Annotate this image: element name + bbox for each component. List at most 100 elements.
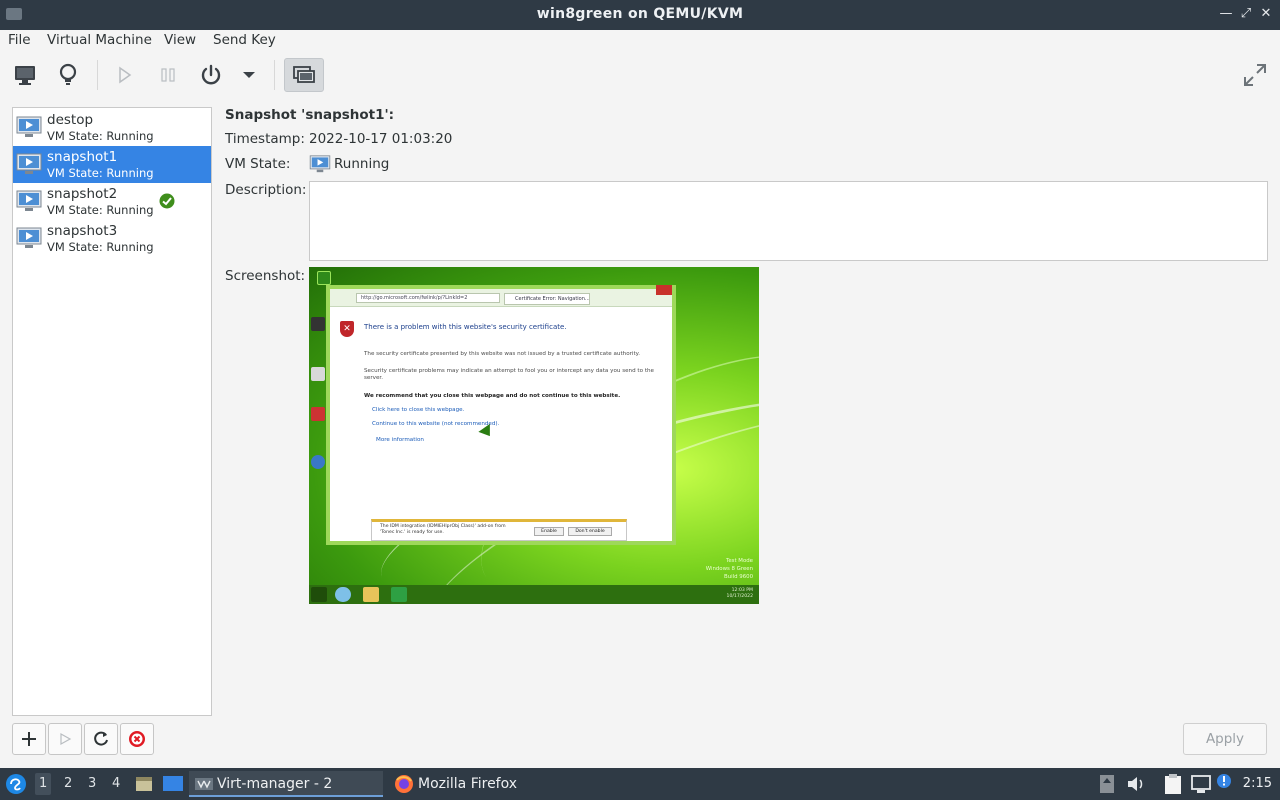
details-button[interactable]: [51, 58, 85, 92]
snapshot-item-selected[interactable]: snapshot1 VM State: Running: [13, 146, 211, 183]
vm-running-icon: [309, 155, 331, 173]
explorer-taskbar-icon: [363, 587, 379, 602]
maximize-icon[interactable]: ⤢: [1238, 6, 1254, 22]
windows-clock-date: 10/17/2022: [726, 594, 753, 599]
cert-line: The security certificate presented by th…: [364, 351, 640, 357]
snapshot-heading: Snapshot 'snapshot1':: [225, 107, 395, 123]
monitor-icon: [15, 66, 35, 85]
ie-toolbar: http://go.microsoft.com/fwlink/p/?LinkId…: [330, 289, 672, 307]
add-snapshot-button[interactable]: [12, 723, 46, 755]
windows-taskbar: 12:03 PM 10/17/2022: [309, 585, 759, 604]
menu-file[interactable]: File: [8, 32, 31, 48]
vm-running-icon: [16, 227, 42, 248]
taskbar-task-label: Mozilla Firefox: [418, 776, 518, 792]
description-field[interactable]: [309, 181, 1268, 261]
toolbar-separator: [274, 60, 275, 90]
shutdown-menu-button[interactable]: [234, 58, 264, 92]
update-notifier-icon[interactable]: [1099, 774, 1115, 794]
refresh-button[interactable]: [84, 723, 118, 755]
snapshot-state: VM State: Running: [47, 203, 154, 217]
snapshot-name: destop: [47, 112, 94, 128]
delete-snapshot-button[interactable]: [120, 723, 154, 755]
snapshot-screenshot: http://go.microsoft.com/fwlink/p/?LinkId…: [309, 267, 759, 604]
workspace-4[interactable]: 4: [112, 776, 120, 791]
taskbar-task-label: Virt-manager - 2 wind...: [217, 776, 333, 792]
volume-icon[interactable]: [1126, 775, 1146, 793]
chevron-down-icon: [243, 72, 255, 78]
notification-enable: Enable: [534, 527, 564, 536]
snapshot-manager-icon: [293, 66, 315, 83]
windows-taskbar-icon: [311, 587, 327, 602]
play-icon: [60, 732, 72, 746]
taskbar-virt-manager[interactable]: Virt-manager - 2 wind...: [189, 771, 383, 797]
vm-running-icon: [16, 153, 42, 174]
cert-line: Security certificate problems may indica…: [364, 368, 654, 374]
start-menu-icon[interactable]: [5, 773, 27, 795]
cert-more-link: More information: [376, 437, 424, 443]
run-snapshot-button[interactable]: [48, 723, 82, 755]
shutdown-button[interactable]: [194, 58, 228, 92]
desktop-icon: [317, 271, 331, 285]
file-manager-icon[interactable]: [134, 774, 154, 794]
vmstate-value: Running: [334, 156, 390, 172]
vm-running-icon: [16, 116, 42, 137]
ie-taskbar-icon: [335, 587, 351, 602]
pause-icon: [161, 68, 175, 82]
workspace-1[interactable]: 1: [35, 773, 52, 795]
snapshot-item[interactable]: snapshot3 VM State: Running: [13, 220, 211, 257]
run-button[interactable]: [107, 58, 141, 92]
clipboard-icon[interactable]: [1163, 773, 1183, 795]
toolbar: [0, 52, 1280, 98]
timestamp-label: Timestamp:: [225, 131, 305, 147]
vmstate-label: VM State:: [225, 156, 291, 172]
cert-warning-title: There is a problem with this website's s…: [364, 323, 567, 331]
snapshot-manager-button[interactable]: [284, 58, 324, 92]
snapshot-item[interactable]: destop VM State: Running: [13, 109, 211, 146]
snapshot-state: VM State: Running: [47, 129, 154, 143]
firefox-icon: [395, 775, 413, 793]
notification-dont-enable: Don't enable: [568, 527, 612, 536]
desktop-icon: [311, 367, 325, 381]
virt-manager-icon: [195, 778, 213, 790]
watermark-line: Windows 8 Green: [705, 566, 753, 572]
windows-clock: 12:03 PM 10/17/2022: [727, 588, 753, 600]
close-icon[interactable]: ✕: [1258, 6, 1274, 22]
description-label: Description:: [225, 182, 307, 198]
desktop-icon: [311, 407, 325, 421]
power-icon: [201, 64, 221, 85]
notification-icon[interactable]: [1216, 773, 1232, 789]
panel-clock[interactable]: 2:15: [1243, 776, 1272, 791]
lightbulb-icon: [59, 63, 77, 85]
window-titlebar[interactable]: win8green on QEMU/KVM — ⤢ ✕: [0, 0, 1280, 30]
minimize-icon[interactable]: —: [1218, 6, 1234, 22]
console-button[interactable]: [8, 58, 42, 92]
workspace-2[interactable]: 2: [64, 776, 72, 791]
pause-button[interactable]: [151, 58, 185, 92]
ie-address-bar: http://go.microsoft.com/fwlink/p/?LinkId…: [356, 293, 500, 303]
network-icon[interactable]: [1190, 774, 1212, 794]
fullscreen-button[interactable]: [1238, 58, 1272, 92]
snapshot-name: snapshot1: [47, 149, 118, 165]
current-snapshot-check-icon: [159, 193, 175, 209]
apply-button[interactable]: Apply: [1183, 723, 1267, 755]
taskbar-firefox[interactable]: Mozilla Firefox: [390, 771, 530, 797]
toolbar-separator: [97, 60, 98, 90]
snapshot-name: snapshot2: [47, 186, 118, 202]
ie-notification-bar: The IDM integration (IDMIEHlprObj Class)…: [371, 519, 627, 541]
cert-continue-link: Continue to this website (not recommende…: [372, 421, 500, 427]
menu-virtual-machine[interactable]: Virtual Machine: [47, 32, 152, 48]
ie-close-icon: [656, 285, 672, 295]
window-title: win8green on QEMU/KVM: [536, 6, 744, 22]
delete-icon: [129, 731, 145, 747]
screenshot-label: Screenshot:: [225, 268, 306, 284]
show-desktop-icon[interactable]: [162, 774, 184, 794]
cert-line: server.: [364, 375, 383, 381]
menu-send-key[interactable]: Send Key: [213, 32, 276, 48]
notification-line: 'Tonec Inc.' is ready for use.: [380, 530, 444, 535]
ie-window: http://go.microsoft.com/fwlink/p/?LinkId…: [326, 285, 676, 545]
menu-view[interactable]: View: [164, 32, 196, 48]
snapshot-item[interactable]: snapshot2 VM State: Running: [13, 183, 211, 220]
workspace-3[interactable]: 3: [88, 776, 96, 791]
menubar: File Virtual Machine View Send Key: [0, 30, 1280, 52]
refresh-icon: [94, 731, 108, 746]
